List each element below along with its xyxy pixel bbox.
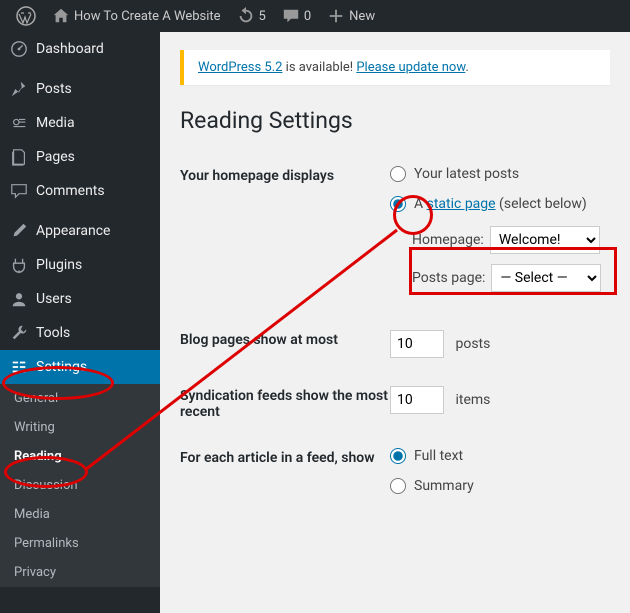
pages-icon [10, 148, 28, 166]
dashboard-icon [10, 40, 28, 58]
comments-count: 0 [304, 9, 311, 24]
static-page-link[interactable]: static page [427, 196, 496, 212]
menu-plugins[interactable]: Plugins [0, 248, 160, 282]
blog-pages-label: Blog pages show at most [180, 330, 390, 358]
blog-pages-input[interactable] [390, 330, 444, 358]
new-label: New [349, 9, 375, 24]
main-content: WordPress 5.2 is available! Please updat… [160, 32, 630, 613]
feed-article-label: For each article in a feed, show [180, 448, 390, 508]
submenu-general[interactable]: General [0, 384, 160, 413]
radio-static-page-input[interactable] [390, 196, 406, 212]
comments-link[interactable]: 0 [274, 0, 319, 32]
plus-icon [327, 7, 345, 25]
site-name-link[interactable]: How To Create A Website [44, 0, 229, 32]
radio-summary[interactable]: Summary [390, 478, 610, 494]
syndication-label: Syndication feeds show the most recent [180, 386, 390, 420]
admin-topbar: How To Create A Website 5 0 New [0, 0, 630, 32]
user-icon [10, 290, 28, 308]
update-now-link[interactable]: Please update now [356, 60, 465, 75]
update-notice: WordPress 5.2 is available! Please updat… [180, 50, 610, 85]
tools-icon [10, 324, 28, 342]
menu-dashboard[interactable]: Dashboard [0, 32, 160, 66]
homepage-select-row: Homepage: Welcome! [412, 226, 610, 254]
radio-summary-input[interactable] [390, 478, 406, 494]
posts-page-select-row: Posts page: — Select — [412, 264, 610, 292]
menu-posts[interactable]: Posts [0, 72, 160, 106]
comments-icon [10, 182, 28, 200]
menu-tools[interactable]: Tools [0, 316, 160, 350]
comment-icon [282, 7, 300, 25]
settings-submenu: General Writing Reading Discussion Media… [0, 384, 160, 587]
homepage-displays-label: Your homepage displays [180, 166, 390, 302]
pin-icon [10, 80, 28, 98]
admin-sidebar: Dashboard Posts Media Pages Comments App… [0, 32, 160, 613]
new-link[interactable]: New [319, 0, 383, 32]
submenu-discussion[interactable]: Discussion [0, 471, 160, 500]
menu-pages[interactable]: Pages [0, 140, 160, 174]
radio-full-text-input[interactable] [390, 448, 406, 464]
menu-users[interactable]: Users [0, 282, 160, 316]
menu-settings[interactable]: Settings [0, 350, 160, 384]
home-icon [52, 7, 70, 25]
refresh-icon [237, 7, 255, 25]
submenu-privacy[interactable]: Privacy [0, 558, 160, 587]
media-icon [10, 114, 28, 132]
blog-pages-unit: posts [455, 336, 490, 352]
plugin-icon [10, 256, 28, 274]
wordpress-icon [16, 6, 36, 26]
menu-appearance[interactable]: Appearance [0, 214, 160, 248]
wp-version-link[interactable]: WordPress 5.2 [198, 60, 282, 75]
syndication-input[interactable] [390, 386, 444, 414]
updates-link[interactable]: 5 [229, 0, 274, 32]
radio-latest-posts-input[interactable] [390, 166, 406, 182]
page-title: Reading Settings [180, 107, 610, 134]
syndication-unit: items [455, 392, 490, 408]
homepage-select[interactable]: Welcome! [490, 226, 600, 254]
posts-page-select-label: Posts page: [412, 270, 485, 286]
updates-count: 5 [259, 9, 266, 24]
submenu-reading[interactable]: Reading [0, 442, 160, 471]
radio-static-page[interactable]: A static page (select below) [390, 196, 610, 212]
radio-latest-posts[interactable]: Your latest posts [390, 166, 610, 182]
wp-logo[interactable] [8, 0, 44, 32]
homepage-select-label: Homepage: [412, 232, 484, 248]
menu-comments[interactable]: Comments [0, 174, 160, 208]
posts-page-select[interactable]: — Select — [491, 264, 601, 292]
brush-icon [10, 222, 28, 240]
submenu-writing[interactable]: Writing [0, 413, 160, 442]
submenu-media[interactable]: Media [0, 500, 160, 529]
settings-icon [10, 358, 28, 376]
radio-full-text[interactable]: Full text [390, 448, 610, 464]
menu-media[interactable]: Media [0, 106, 160, 140]
site-name: How To Create A Website [74, 9, 221, 24]
submenu-permalinks[interactable]: Permalinks [0, 529, 160, 558]
